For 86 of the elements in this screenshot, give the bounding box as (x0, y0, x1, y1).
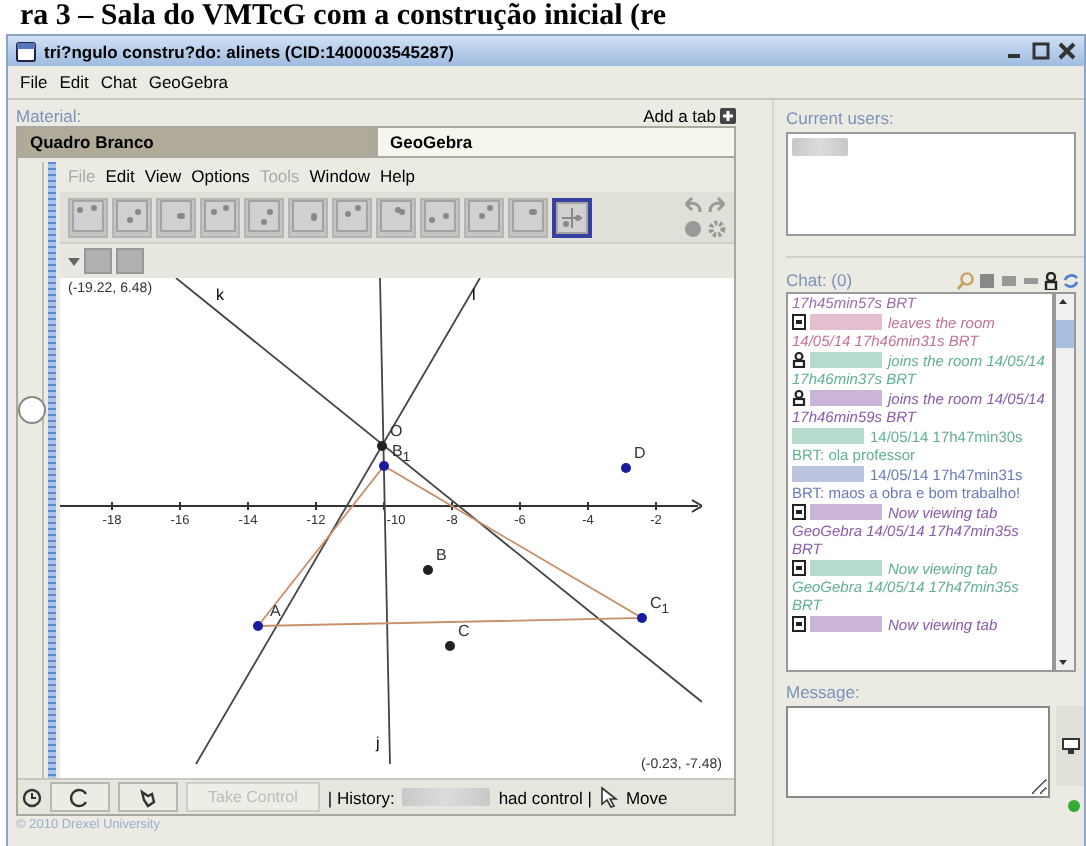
menu-item[interactable]: Edit (105, 166, 135, 186)
menu-item[interactable]: Edit (59, 72, 89, 92)
tool-icon (512, 199, 544, 231)
point[interactable] (379, 461, 389, 471)
door-icon (792, 504, 806, 520)
scroll-thumb[interactable] (1056, 320, 1074, 348)
redo-icon[interactable] (708, 196, 726, 214)
slider-thumb[interactable] (18, 396, 46, 425)
menu-item[interactable]: File (20, 72, 48, 92)
history-text: had control | (498, 787, 592, 807)
close-icon[interactable] (1058, 42, 1076, 60)
tab[interactable]: Quadro Branco (16, 126, 376, 158)
window-icon (16, 41, 36, 61)
help-icon[interactable] (684, 220, 702, 238)
point-label: C (458, 622, 470, 640)
line-label: k (216, 286, 224, 304)
search-icon[interactable] (956, 271, 974, 289)
section-label: Current users: (786, 108, 896, 128)
point-label: B$_{1}$ (392, 442, 411, 466)
caption-text: ra 3 – Sala do VMTcG com a construção inicial (re (18, 0, 669, 34)
scroll-down-icon[interactable] (1056, 656, 1070, 670)
menu-item[interactable]: View (144, 166, 182, 186)
send-button[interactable] (1056, 706, 1084, 786)
section-label: Message: (786, 682, 862, 702)
point[interactable] (377, 441, 387, 451)
line-label: l (472, 286, 476, 304)
message-field[interactable] (786, 706, 1050, 798)
history-label: | History: (327, 787, 395, 807)
redacted-name (792, 138, 848, 156)
tool-icon (380, 199, 412, 231)
clock-icon[interactable] (22, 787, 42, 807)
section-label: Chat: (0) (786, 270, 853, 290)
point[interactable] (253, 621, 263, 631)
monitor-icon (1061, 738, 1079, 754)
tool-icon (468, 199, 500, 231)
door-icon (792, 560, 806, 576)
menu-item[interactable]: Window (309, 166, 371, 186)
tool-icon (204, 199, 236, 231)
add-tab-link[interactable]: Add a tab (643, 106, 716, 126)
plus-icon[interactable] (720, 108, 736, 124)
settings-icon[interactable] (708, 220, 726, 238)
hand-button[interactable] (118, 782, 178, 812)
tool-icon (292, 199, 324, 231)
maximize-icon[interactable] (1032, 42, 1050, 60)
point[interactable] (637, 613, 647, 623)
section-label: Material: (16, 106, 82, 126)
menu-item[interactable]: Options (191, 166, 250, 186)
scroll-bar[interactable] (1054, 292, 1076, 672)
tool-button[interactable] (552, 197, 592, 237)
person-icon (792, 390, 806, 406)
tool-icon (248, 199, 280, 231)
undo-icon[interactable] (684, 196, 702, 214)
person-icon[interactable] (1044, 271, 1058, 289)
point-label: O (390, 422, 403, 440)
tab[interactable]: GeoGebra (376, 126, 736, 158)
hand-icon (138, 787, 158, 807)
point-label: B (436, 546, 447, 564)
scroll-up-icon[interactable] (1056, 294, 1070, 308)
point[interactable] (445, 641, 455, 651)
zoom-slider[interactable] (22, 162, 44, 778)
point-label: C$_{1}$ (650, 594, 669, 618)
menu-item[interactable]: Help (380, 166, 415, 186)
window-title: tri?ngulo constru?do: alinets (CID:1400003545287) (44, 41, 456, 61)
menu-item[interactable]: GeoGebra (148, 72, 229, 92)
refresh-icon (70, 787, 90, 807)
tool-icon (336, 199, 368, 231)
point[interactable] (621, 463, 631, 473)
tool-icon (116, 199, 148, 231)
point-label: A (270, 602, 281, 620)
tool-icon (72, 199, 104, 231)
status-dot (1068, 800, 1080, 812)
redacted-name (402, 788, 491, 806)
door-icon (792, 616, 806, 632)
door-icon (792, 314, 806, 330)
point[interactable] (423, 565, 433, 575)
menu-item[interactable]: Chat (100, 72, 137, 92)
line-label: j (376, 734, 380, 752)
mode-label: Move (625, 787, 668, 807)
refresh-button[interactable] (50, 782, 110, 812)
tool-icon (424, 199, 456, 231)
caret-icon[interactable] (68, 255, 80, 267)
tool-icon (556, 201, 588, 233)
person-icon (792, 352, 806, 368)
pointer-icon[interactable] (599, 786, 618, 808)
point-label: D (634, 444, 646, 462)
tool-icon (160, 199, 192, 231)
